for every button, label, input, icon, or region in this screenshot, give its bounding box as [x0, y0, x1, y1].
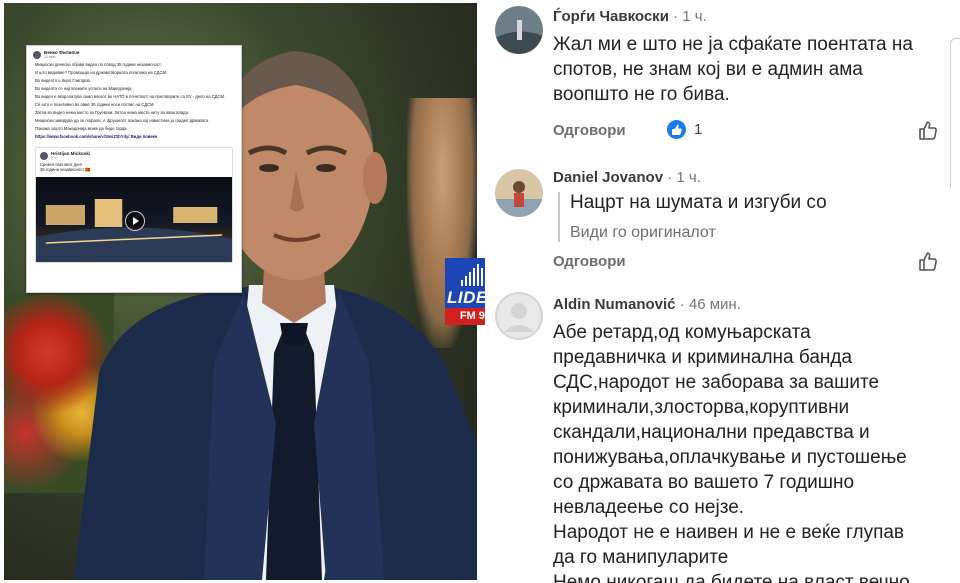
post-line: Мицкоски завидува да се пофали. А фрушно…: [35, 118, 210, 124]
reaction-count: 1: [694, 121, 703, 138]
post-line: Покажа зошто Македонија може да биде гор…: [35, 126, 128, 132]
shared-time: 3 ч ·: [51, 156, 59, 161]
comment-line: скандали,национални предавства и: [553, 422, 870, 443]
post-link: https://www.facebook.com/share/v/19oiZ2h…: [35, 134, 158, 140]
comment-time: 46 мин.: [688, 296, 741, 313]
post-line: Сè што е позитивно во овие 35 години нос…: [35, 102, 155, 108]
post-header: Венко Филипче 12 мин ·: [27, 46, 241, 61]
post-line: Во видеото се најголемите успеси на Маке…: [35, 86, 133, 92]
comment-line: Немо никогаш да бидете на власт вечно: [553, 572, 910, 583]
post-line: Во видеото е Киро Глигоров.: [35, 78, 91, 84]
comment-time: 1 ч.: [676, 169, 701, 186]
facebook-post-screenshot: Венко Филипче 12 мин · Мицкоски денеска …: [26, 45, 242, 293]
comment-author[interactable]: Daniel Jovanov: [553, 169, 663, 186]
comment-line: да го манипуларите: [553, 547, 729, 568]
reaction-summary[interactable]: 1: [667, 120, 702, 139]
news-photo-panel: Венко Филипче 12 мин · Мицкоски денеска …: [4, 3, 477, 580]
translated-comment: Нацрт на шумата и изгуби со Види го ориг…: [558, 192, 827, 242]
shared-post: Hristijan Mickoski 3 ч · Среќен светлиот…: [35, 147, 233, 264]
comment-author-line: Daniel Jovanov · 1 ч.: [553, 169, 701, 186]
reply-button[interactable]: Одговори: [553, 253, 626, 270]
post-time: 12 мин ·: [44, 55, 58, 59]
comment-line: предавничка и криминална банда: [553, 347, 853, 368]
comment-line: спотов, не знам кој ви е админ ама: [553, 59, 863, 80]
shared-line: 35 години независност 🇲🇰: [40, 167, 91, 173]
post-line: Затоа во видео нема место за Груевски. З…: [35, 110, 190, 116]
reply-button[interactable]: Одговори: [553, 122, 626, 139]
post-line: Мицкоски денеска објави видео по повод 3…: [35, 62, 162, 67]
like-icon[interactable]: [917, 119, 939, 141]
thumbs-up-reaction-icon: [667, 120, 686, 139]
shared-post-header: Hristijan Mickoski 3 ч ·: [36, 148, 232, 161]
comments-panel: Ѓорѓи Чавкоски · 1 ч. Жал ми е што не ја…: [485, 0, 960, 583]
avatar: [40, 151, 48, 160]
comment-line: Народот не е наивен и не е веќе глупав: [553, 522, 905, 543]
play-icon: [125, 210, 145, 231]
avatar[interactable]: [495, 169, 543, 217]
avatar[interactable]: [495, 6, 543, 54]
post-line: И што видовме? Промоција на државотворна…: [35, 70, 168, 76]
comment-author[interactable]: Aldin Numanović: [553, 296, 676, 313]
comment-line: Абе ретард,од комуњарската: [553, 322, 811, 343]
comment-body: Нацрт на шумата и изгуби со: [570, 192, 827, 213]
comment-author[interactable]: Ѓорѓи Чавкоски: [553, 8, 669, 25]
avatar: [33, 50, 41, 59]
post-text: Мицкоски денеска објави видео по повод 3…: [27, 61, 241, 145]
comment-line: воопшто не го бива.: [553, 84, 730, 105]
comment-time: 1 ч.: [682, 8, 707, 25]
comment-line: невладеење со нејзе.: [553, 497, 745, 518]
video-thumbnail: [36, 177, 232, 263]
comment-line: криминали,злосторва,коруптивни: [553, 397, 850, 418]
shared-text: Среќен светлиот ден! 35 години независно…: [36, 161, 232, 177]
comment-author-line: Ѓорѓи Чавкоски · 1 ч.: [553, 8, 707, 25]
comment-line: со државата во вашето 7 годишно: [553, 472, 855, 493]
comment-body: Жал ми е што не ја сфаќате поентата на с…: [553, 32, 913, 107]
comment-line: Жал ми е што не ја сфаќате поентата на: [553, 34, 913, 55]
avatar[interactable]: [495, 292, 543, 340]
comment-line: понижувања,оплачкување и пустошење: [553, 447, 907, 468]
like-icon[interactable]: [917, 250, 939, 272]
panel-edge: [950, 38, 960, 189]
comment-author-line: Aldin Numanović · 46 мин.: [553, 296, 741, 313]
comment-body: Абе ретард,од комуњарската предавничка и…: [553, 320, 910, 583]
post-line: Во видео е вкоропатува само влезот во НА…: [35, 94, 226, 100]
see-original-link[interactable]: Види го оригиналот: [570, 224, 827, 242]
comment-line: СДС,народот не заборава за вашите: [553, 372, 880, 393]
